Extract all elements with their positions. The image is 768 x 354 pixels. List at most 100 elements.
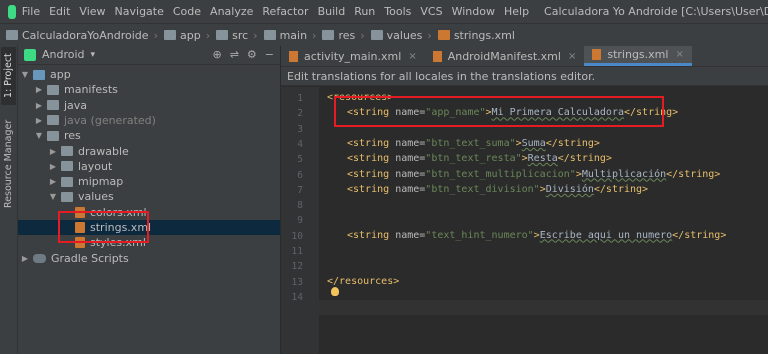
line-number: 8 xyxy=(297,200,303,212)
tab-label: strings.xml xyxy=(607,48,669,61)
breadcrumb-strings-xml[interactable]: strings.xml xyxy=(432,29,515,42)
expanded-arrow-icon[interactable]: ▼ xyxy=(20,70,30,79)
line-number: 6 xyxy=(297,169,303,181)
line-number: 10 xyxy=(291,230,303,242)
breadcrumb-label: CalculadoraYoAndroide xyxy=(22,28,149,42)
code-line[interactable]: </resources> xyxy=(327,276,399,287)
breadcrumb-res[interactable]: res › xyxy=(316,28,365,42)
module-folder-icon xyxy=(33,69,45,80)
breadcrumb-src[interactable]: src › xyxy=(210,29,258,42)
menu-help[interactable]: Help xyxy=(504,5,529,18)
line-number: 5 xyxy=(297,154,303,166)
menu-window[interactable]: Window xyxy=(452,5,495,18)
menu-vcs[interactable]: VCS xyxy=(420,5,442,18)
tree-item-label: java xyxy=(64,98,88,112)
tool-window-strip: 1: Project Resource Manager xyxy=(0,45,18,354)
expanded-arrow-icon[interactable]: ▼ xyxy=(34,131,44,140)
collapsed-arrow-icon[interactable]: ▶ xyxy=(48,177,58,186)
tab-resource-manager[interactable]: Resource Manager xyxy=(1,119,16,209)
menu-run[interactable]: Run xyxy=(354,5,375,18)
project-panel: Android ▾ ⊕ ⇌ ⚙ − ▼ app ▶ manifests ▶ java ▶ ja… xyxy=(18,45,280,354)
close-icon[interactable]: × xyxy=(568,51,576,62)
folder-icon xyxy=(216,30,229,40)
window-title: Calculadora Yo Androide [C:\Users\User\D… xyxy=(544,5,768,18)
folder-icon xyxy=(61,146,73,156)
breadcrumb-main[interactable]: main › xyxy=(258,29,316,42)
line-number: 13 xyxy=(291,276,303,288)
menu-file[interactable]: File xyxy=(22,5,40,18)
breadcrumb-label: res xyxy=(338,28,356,42)
breadcrumb-label: app xyxy=(179,28,201,42)
code-line[interactable]: <string name="text_hint_numero">Escribe … xyxy=(347,230,726,241)
editor-tab-bar: activity_main.xml × AndroidManifest.xml × … xyxy=(281,45,768,67)
collapsed-arrow-icon[interactable]: ▶ xyxy=(34,101,44,110)
tab-strings-xml[interactable]: strings.xml × xyxy=(584,46,692,66)
xml-file-icon xyxy=(437,30,450,40)
line-number: 7 xyxy=(297,184,303,196)
tree-item-java-generated[interactable]: ▶ java (generated) xyxy=(18,113,280,128)
code-line[interactable]: <string name="btn_text_division">Divisió… xyxy=(347,184,648,195)
breadcrumb-label: strings.xml xyxy=(453,28,515,42)
chevron-down-icon[interactable]: ▾ xyxy=(91,50,96,60)
tree-item-label: mipmap xyxy=(78,175,124,189)
breadcrumb-project[interactable]: CalculadoraYoAndroide › xyxy=(0,29,158,42)
tree-item-layout[interactable]: ▶ layout xyxy=(18,159,280,174)
folder-icon xyxy=(61,176,73,187)
expanded-arrow-icon[interactable]: ▼ xyxy=(48,192,58,201)
tab-android-manifest-xml[interactable]: AndroidManifest.xml × xyxy=(425,46,585,66)
menu-analyze[interactable]: Analyze xyxy=(210,5,253,18)
project-view-selector[interactable]: Android xyxy=(42,48,85,61)
close-icon[interactable]: × xyxy=(408,51,416,62)
menu-view[interactable]: View xyxy=(79,5,105,18)
collapsed-arrow-icon[interactable]: ▶ xyxy=(34,116,44,125)
menu-code[interactable]: Code xyxy=(173,5,201,18)
collapsed-arrow-icon[interactable]: ▶ xyxy=(34,85,44,94)
tab-activity-main-xml[interactable]: activity_main.xml × xyxy=(281,46,425,66)
line-number: 1 xyxy=(297,93,303,104)
folder-icon xyxy=(163,30,176,40)
hide-icon[interactable]: − xyxy=(265,48,274,61)
lightbulb-icon[interactable] xyxy=(331,287,339,296)
tree-item-manifests[interactable]: ▶ manifests xyxy=(18,82,280,97)
menu-bar: File Edit View Navigate Code Analyze Ref… xyxy=(0,0,768,23)
code-line[interactable]: <string name="btn_text_suma">Suma</strin… xyxy=(347,138,600,149)
menu-build[interactable]: Build xyxy=(318,5,346,18)
project-panel-header: Android ▾ ⊕ ⇌ ⚙ − xyxy=(18,45,280,65)
collapsed-arrow-icon[interactable]: ▶ xyxy=(48,147,58,156)
xml-file-icon xyxy=(289,50,298,62)
tab-label: AndroidManifest.xml xyxy=(447,49,561,63)
tree-item-app[interactable]: ▼ app xyxy=(18,67,280,82)
tree-item-drawable[interactable]: ▶ drawable xyxy=(18,144,280,159)
project-folder-icon xyxy=(6,30,18,40)
xml-file-icon xyxy=(592,49,602,60)
breadcrumb-values[interactable]: values › xyxy=(365,29,432,42)
folder-icon xyxy=(47,84,59,95)
tree-item-mipmap[interactable]: ▶ mipmap xyxy=(18,174,280,189)
translations-editor-banner[interactable]: Edit translations for all locales in the… xyxy=(281,67,768,86)
code-line[interactable]: <string name="btn_text_multiplicacion">M… xyxy=(347,169,720,180)
locate-icon[interactable]: ⊕ xyxy=(212,48,221,61)
folder-icon xyxy=(47,115,59,126)
tab-project[interactable]: 1: Project xyxy=(1,47,16,105)
tree-item-values[interactable]: ▼ values xyxy=(18,189,280,204)
gear-icon[interactable]: ⚙ xyxy=(247,48,257,61)
collapsed-arrow-icon[interactable]: ▶ xyxy=(20,254,30,263)
menu-navigate[interactable]: Navigate xyxy=(115,5,164,18)
xml-file-icon xyxy=(432,50,442,62)
folder-icon xyxy=(61,191,73,202)
tree-item-gradle-scripts[interactable]: ▶ Gradle Scripts xyxy=(18,251,280,266)
line-number: 2 xyxy=(297,108,303,120)
line-number: 9 xyxy=(297,215,303,227)
breadcrumb-label: values xyxy=(386,28,423,42)
menu-refactor[interactable]: Refactor xyxy=(262,5,308,18)
tree-item-java[interactable]: ▶ java xyxy=(18,98,280,113)
menu-tools[interactable]: Tools xyxy=(384,5,411,18)
breadcrumb-app[interactable]: app › xyxy=(158,29,210,42)
code-line[interactable]: <string name="btn_text_resta">Resta</str… xyxy=(347,153,612,164)
tree-item-res[interactable]: ▼ res xyxy=(18,128,280,143)
menu-edit[interactable]: Edit xyxy=(49,5,70,18)
gradle-icon xyxy=(33,253,46,263)
collapse-all-icon[interactable]: ⇌ xyxy=(230,48,239,61)
collapsed-arrow-icon[interactable]: ▶ xyxy=(48,162,58,171)
close-icon[interactable]: × xyxy=(675,49,683,60)
